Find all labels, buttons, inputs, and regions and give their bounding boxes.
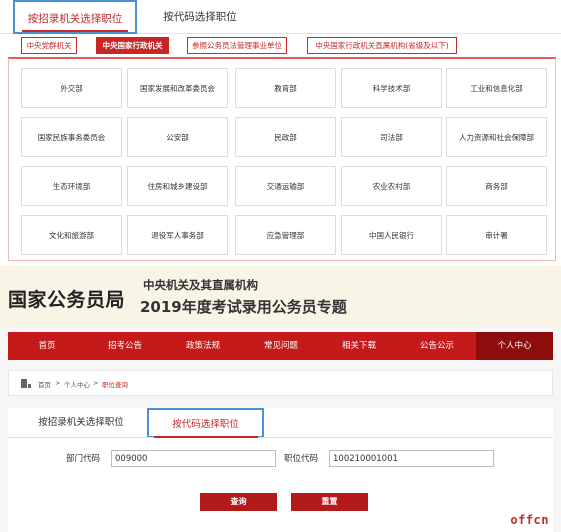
nav-home[interactable]: 首页 — [8, 332, 86, 360]
dept-button[interactable]: 国家发展和改革委员会 — [127, 68, 228, 108]
dept-button[interactable]: 人力资源和社会保障部 — [446, 117, 547, 157]
civil-service-site: 国家公务员局 中央机关及其直属机构 2019年度考试录用公务员专题 首页 招考公… — [0, 266, 561, 532]
breadcrumb-personal-center[interactable]: 个人中心 — [64, 379, 90, 389]
reset-button[interactable]: 重置 — [291, 493, 368, 511]
dept-button[interactable]: 司法部 — [341, 117, 442, 157]
dept-button[interactable]: 科学技术部 — [341, 68, 442, 108]
tab-by-office[interactable]: 按招录机关选择职位 — [13, 0, 137, 34]
dept-button[interactable]: 审计署 — [446, 215, 547, 255]
tab-divider — [8, 437, 553, 438]
nav-recruit-notices[interactable]: 招考公告 — [86, 332, 164, 360]
dept-button[interactable]: 国家民族事务委员会 — [21, 117, 122, 157]
breadcrumb: 首页 > 个人中心 > 职位查询 — [8, 370, 553, 396]
dept-button[interactable]: 工业和信息化部 — [446, 68, 547, 108]
dept-button[interactable]: 住房和城乡建设部 — [127, 166, 228, 206]
main-nav: 首页 招考公告 政策法规 常见问题 相关下载 公告公示 个人中心 — [8, 332, 553, 360]
nav-announcements[interactable]: 公告公示 — [398, 332, 476, 360]
selection-tabs: 按招录机关选择职位 按代码选择职位 — [0, 0, 561, 34]
nav-policies[interactable]: 政策法规 — [164, 332, 242, 360]
dept-code-input[interactable] — [111, 450, 276, 467]
query-content: 按招录机关选择职位 按代码选择职位 部门代码 职位代码 查询 重置 — [8, 408, 553, 532]
subtab-central-party-organs[interactable]: 中央党群机关 — [21, 37, 77, 54]
dept-button[interactable]: 公安部 — [127, 117, 228, 157]
nav-faq[interactable]: 常见问题 — [242, 332, 320, 360]
dept-code-label: 部门代码 — [66, 454, 101, 464]
breadcrumb-position-query: 职位查询 — [102, 381, 128, 389]
tab-by-code[interactable]: 按代码选择职位 — [147, 408, 264, 438]
subtab-civil-service-institutions[interactable]: 参照公务员法管理事业单位 — [187, 37, 287, 54]
nav-downloads[interactable]: 相关下载 — [320, 332, 398, 360]
banner-subtitle-line2: 2019年度考试录用公务员专题 — [140, 298, 347, 316]
dept-button[interactable]: 退役军人事务部 — [127, 215, 228, 255]
breadcrumb-separator: > — [93, 379, 99, 387]
dept-button[interactable]: 教育部 — [235, 68, 336, 108]
dept-button[interactable]: 商务部 — [446, 166, 547, 206]
dept-button[interactable]: 交通运输部 — [235, 166, 336, 206]
breadcrumb-separator: > — [55, 379, 61, 387]
tab-active-underline — [154, 436, 258, 438]
dept-button[interactable]: 应急管理部 — [235, 215, 336, 255]
site-title: 国家公务员局 — [8, 289, 126, 311]
position-code-label: 职位代码 — [284, 454, 319, 464]
dept-button[interactable]: 民政部 — [235, 117, 336, 157]
nav-personal-center[interactable]: 个人中心 — [476, 332, 553, 360]
dept-button[interactable]: 农业农村部 — [341, 166, 442, 206]
query-button[interactable]: 查询 — [200, 493, 277, 511]
position-code-input[interactable] — [329, 450, 494, 467]
office-selection-panel: 按招录机关选择职位 按代码选择职位 中央党群机关 中央国家行政机关 参照公务员法… — [0, 0, 561, 262]
breadcrumb-home[interactable]: 首页 — [38, 379, 51, 389]
tab-by-code[interactable]: 按代码选择职位 — [150, 0, 250, 34]
location-icon — [21, 379, 31, 388]
site-banner: 国家公务员局 中央机关及其直属机构 2019年度考试录用公务员专题 — [0, 266, 561, 326]
subtab-central-admin-organs[interactable]: 中央国家行政机关 — [96, 37, 169, 54]
tab-active-underline — [22, 30, 128, 32]
banner-subtitle-line1: 中央机关及其直属机构 — [143, 278, 258, 292]
dept-button[interactable]: 生态环境部 — [21, 166, 122, 206]
subtab-direct-affiliates[interactable]: 中央国家行政机关直属机构(省级及以下) — [307, 37, 457, 54]
tab-by-office[interactable]: 按招录机关选择职位 — [24, 408, 138, 438]
dept-button[interactable]: 外交部 — [21, 68, 122, 108]
dept-button[interactable]: 中国人民银行 — [341, 215, 442, 255]
department-grid: 外交部 国家发展和改革委员会 教育部 科学技术部 工业和信息化部 国家民族事务委… — [8, 57, 556, 261]
dept-button[interactable]: 文化和旅游部 — [21, 215, 122, 255]
offcn-watermark: offcn — [510, 513, 549, 527]
